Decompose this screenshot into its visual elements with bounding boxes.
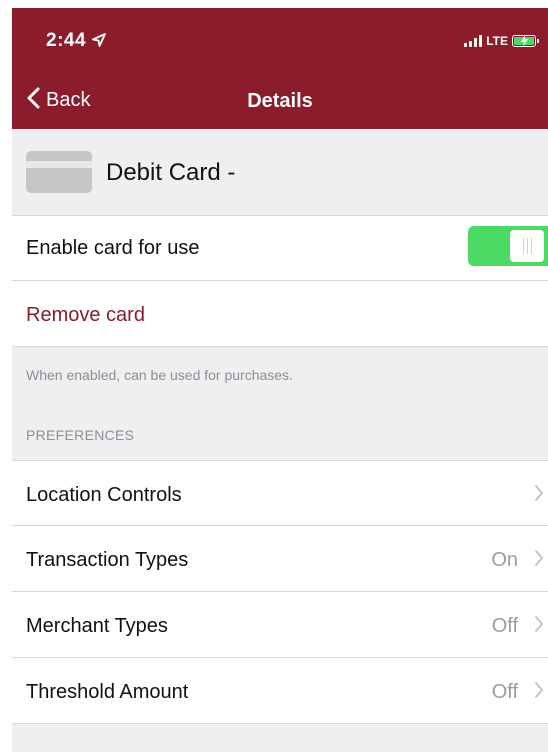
battery-icon — [512, 35, 539, 47]
chevron-right-icon — [534, 484, 544, 507]
pref-row-merchant-types[interactable]: Merchant Types Off — [12, 592, 548, 658]
status-bar: 2:44 LTE — [12, 8, 548, 68]
remove-card-row[interactable]: Remove card — [12, 281, 548, 347]
enable-card-toggle[interactable] — [468, 226, 548, 266]
header: 2:44 LTE Back Details — [12, 8, 548, 129]
pref-value: Off — [491, 615, 518, 637]
pref-row-transaction-types[interactable]: Transaction Types On — [12, 526, 548, 592]
status-indicators: LTE — [464, 33, 539, 49]
chevron-right-icon — [534, 615, 544, 638]
phone-screen: 2:44 LTE Back Details Debit Card - Enabl… — [12, 8, 548, 752]
pref-label: Location Controls — [26, 484, 182, 506]
credit-card-icon — [26, 151, 92, 193]
screen: 2:44 LTE Back Details Debit Card - Enabl… — [0, 0, 548, 752]
enable-card-row: Enable card for use — [12, 215, 548, 281]
pref-row-location-controls[interactable]: Location Controls — [12, 460, 548, 526]
pref-row-threshold-amount[interactable]: Threshold Amount Off — [12, 658, 548, 724]
enable-card-label: Enable card for use — [26, 237, 200, 259]
helper-text: When enabled, can be used for purchases. — [26, 367, 293, 383]
status-time-text: 2:44 — [46, 30, 87, 51]
card-name: Debit Card - — [106, 159, 236, 186]
chevron-right-icon — [534, 549, 544, 572]
chevron-right-icon — [534, 681, 544, 704]
remove-card-button[interactable]: Remove card — [26, 304, 145, 327]
network-label: LTE — [486, 34, 508, 48]
nav-bar: Back Details — [12, 80, 548, 120]
pref-label: Merchant Types — [26, 615, 168, 637]
page-title: Details — [247, 90, 313, 112]
location-arrow-icon — [92, 31, 106, 53]
pref-value: Off — [491, 681, 518, 703]
status-time: 2:44 — [46, 30, 106, 53]
pref-label: Transaction Types — [26, 549, 189, 571]
preferences-header: PREFERENCES — [26, 427, 135, 443]
signal-icon — [464, 35, 483, 47]
pref-value: On — [491, 549, 518, 571]
card-summary: Debit Card - — [12, 129, 548, 215]
pref-label: Threshold Amount — [26, 681, 189, 703]
toggle-knob — [510, 230, 544, 262]
